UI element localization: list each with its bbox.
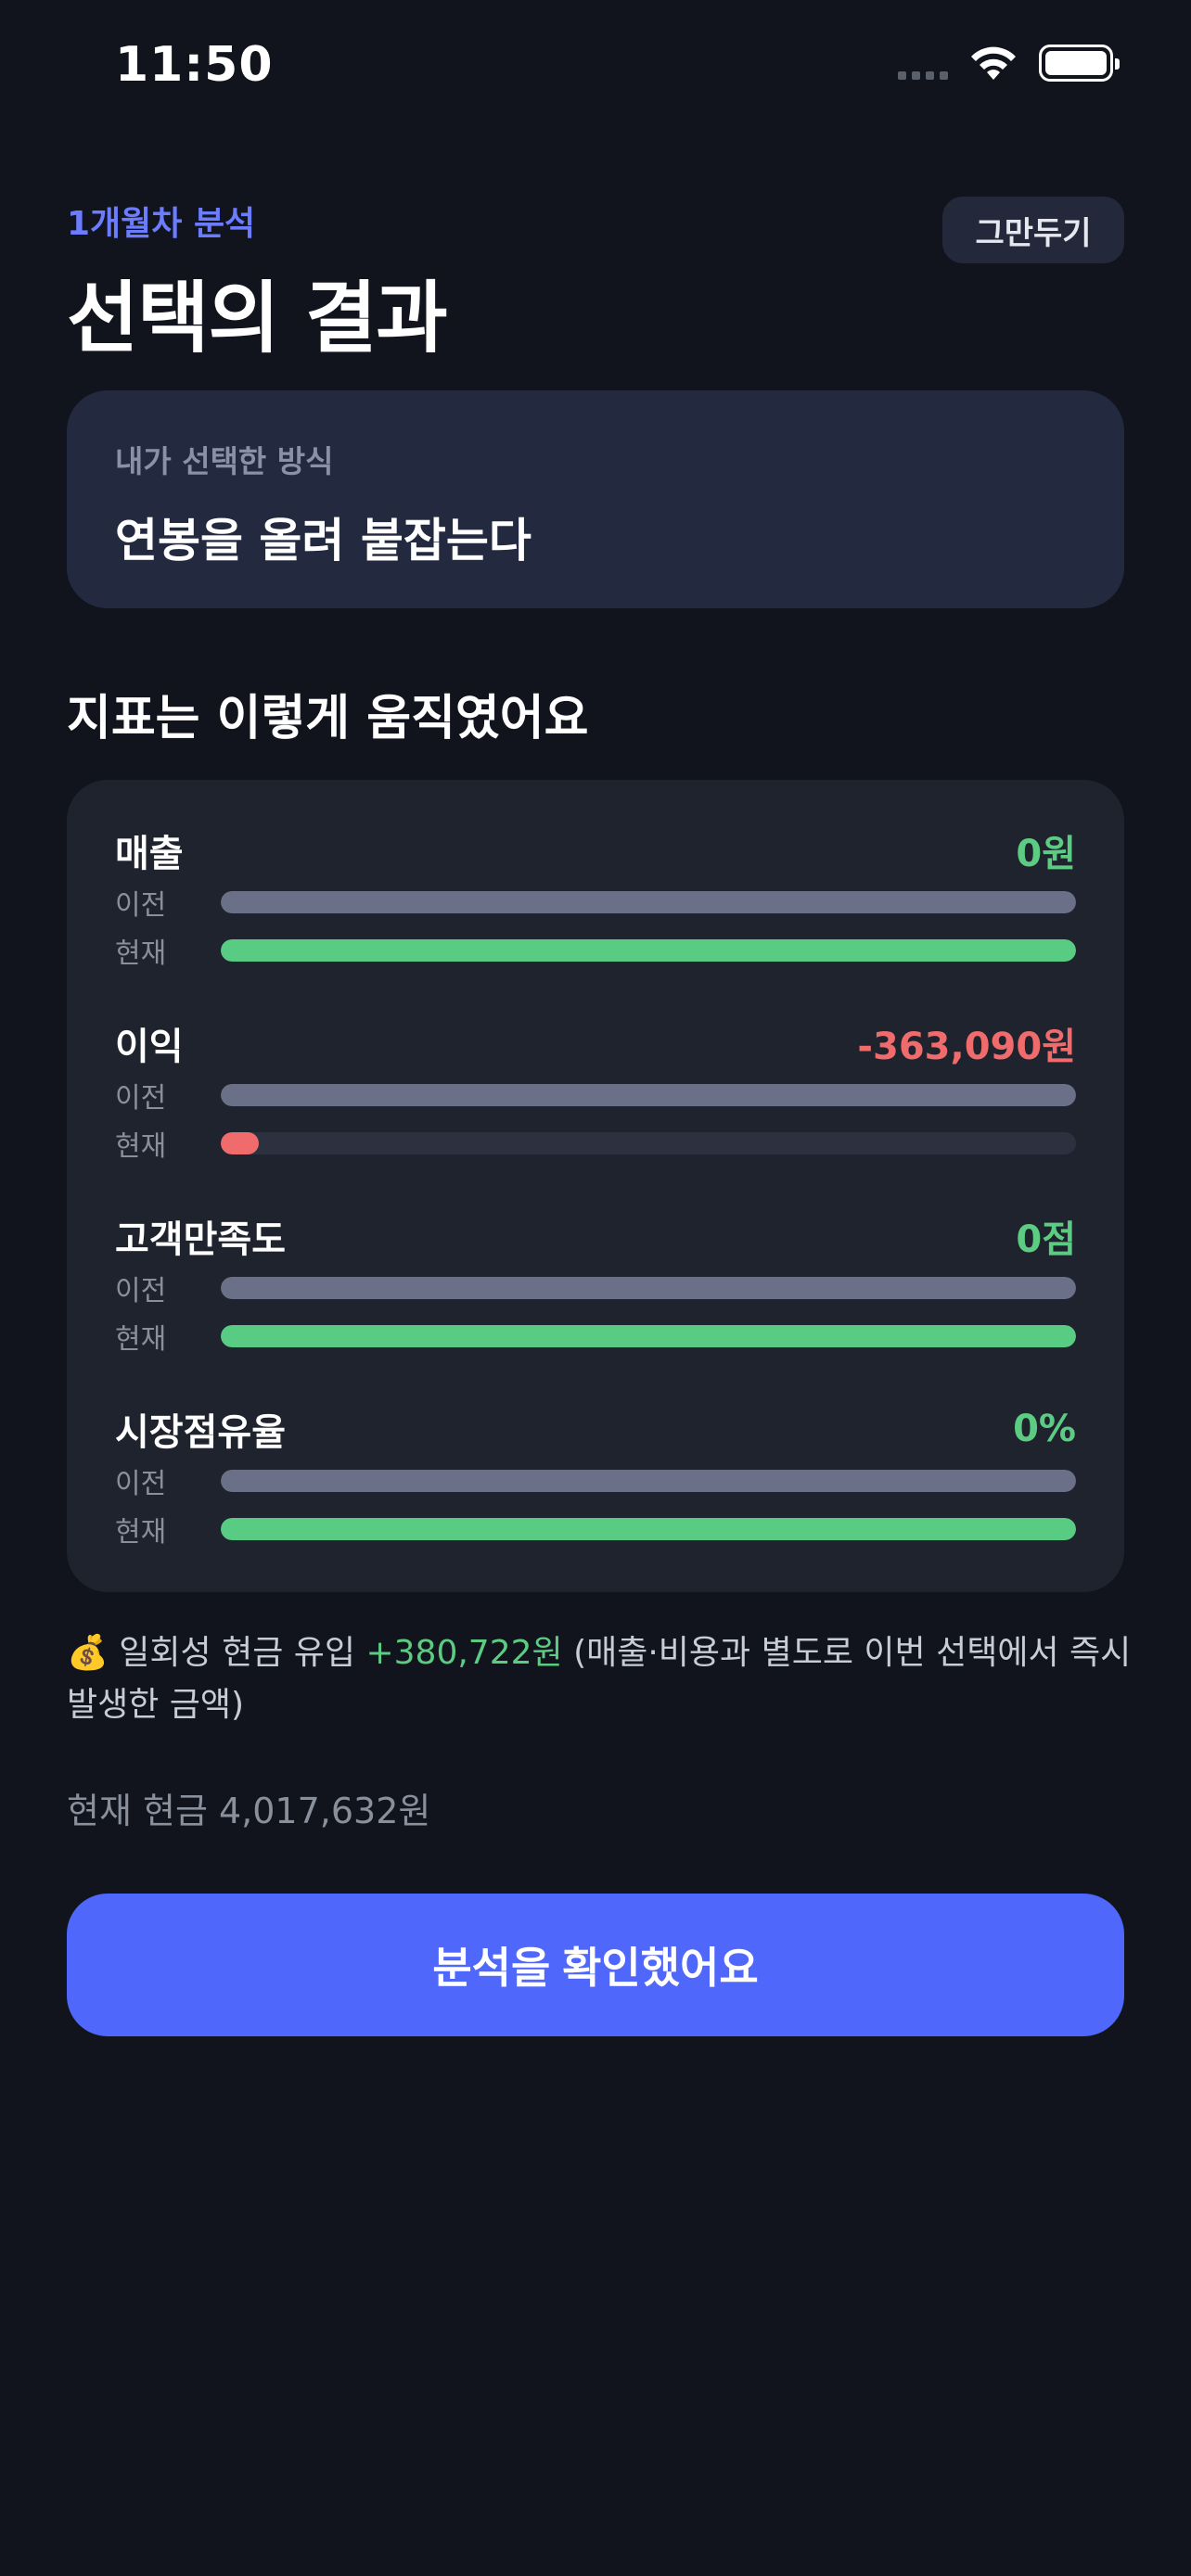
current-label: 현재	[115, 1130, 167, 1163]
metric-value: 0%	[1013, 1408, 1076, 1450]
current-label: 현재	[115, 1516, 167, 1549]
money-bag-icon: 💰	[67, 1634, 109, 1672]
metric-market-share: 시장점유율 0% 이전 현재	[115, 1401, 1076, 1594]
current-bar	[221, 939, 1076, 962]
one-time-cash-note: 💰 일회성 현금 유입 +380,722원 (매출·비용과 별도로 이번 선택에…	[67, 1627, 1143, 1731]
previous-label: 이전	[115, 1275, 167, 1307]
metric-profit: 이익 -363,090원 이전 현재	[115, 1015, 1076, 1208]
current-bar-row: 현재	[115, 1119, 1076, 1167]
metrics-card: 매출 0원 이전 현재 이익 -363,090원 이전 현재 고객만족도 0점 …	[67, 780, 1124, 1592]
cash-inflow-amount: +380,722원	[365, 1634, 563, 1672]
previous-bar	[221, 1470, 1076, 1492]
metric-name: 고객만족도	[115, 1218, 286, 1261]
current-bar-row: 현재	[115, 926, 1076, 975]
metric-name: 이익	[115, 1026, 184, 1068]
current-cash: 현재 현금 4,017,632원	[67, 1791, 431, 1831]
previous-label: 이전	[115, 1468, 167, 1500]
screen: 11:50 1개월차 분석 선택의 결과 그만두기 내가 선택한 방식 연봉을 …	[0, 0, 1191, 2576]
previous-bar	[221, 1084, 1076, 1106]
previous-label: 이전	[115, 889, 167, 922]
metric-value: 0점	[1016, 1218, 1076, 1261]
quit-button[interactable]: 그만두기	[942, 197, 1124, 263]
metric-value: 0원	[1016, 833, 1076, 875]
previous-bar	[221, 891, 1076, 913]
confirm-analysis-button[interactable]: 분석을 확인했어요	[67, 1894, 1124, 2036]
status-icons	[898, 45, 1120, 82]
current-label: 현재	[115, 1323, 167, 1356]
battery-icon	[1039, 45, 1120, 82]
cash-note-prefix: 일회성 현금 유입	[119, 1634, 356, 1672]
previous-bar-row: 이전	[115, 1264, 1076, 1312]
page-title: 선택의 결과	[67, 273, 448, 363]
current-bar	[221, 1325, 1076, 1347]
status-time: 11:50	[115, 37, 274, 93]
metric-revenue: 매출 0원 이전 현재	[115, 823, 1076, 1015]
metric-value: -363,090원	[857, 1026, 1076, 1068]
previous-bar-row: 이전	[115, 1457, 1076, 1505]
current-bar-row: 현재	[115, 1505, 1076, 1553]
current-bar	[221, 1132, 1076, 1154]
current-bar	[221, 1518, 1076, 1540]
previous-bar-row: 이전	[115, 878, 1076, 926]
wifi-icon	[971, 46, 1016, 80]
metric-name: 매출	[115, 833, 184, 875]
signal-icon	[898, 45, 948, 82]
choice-label: 내가 선택한 방식	[115, 443, 334, 479]
previous-bar	[221, 1277, 1076, 1299]
current-bar-row: 현재	[115, 1312, 1076, 1360]
analysis-period-label: 1개월차 분석	[67, 205, 256, 243]
previous-label: 이전	[115, 1082, 167, 1115]
current-label: 현재	[115, 937, 167, 970]
metric-customer-satisfaction: 고객만족도 0점 이전 현재	[115, 1208, 1076, 1401]
metrics-section-title: 지표는 이렇게 움직였어요	[67, 691, 589, 746]
metric-name: 시장점유율	[115, 1411, 286, 1454]
choice-value: 연봉을 올려 붙잡는다	[115, 514, 531, 567]
choice-card: 내가 선택한 방식 연봉을 올려 붙잡는다	[67, 390, 1124, 608]
previous-bar-row: 이전	[115, 1071, 1076, 1119]
